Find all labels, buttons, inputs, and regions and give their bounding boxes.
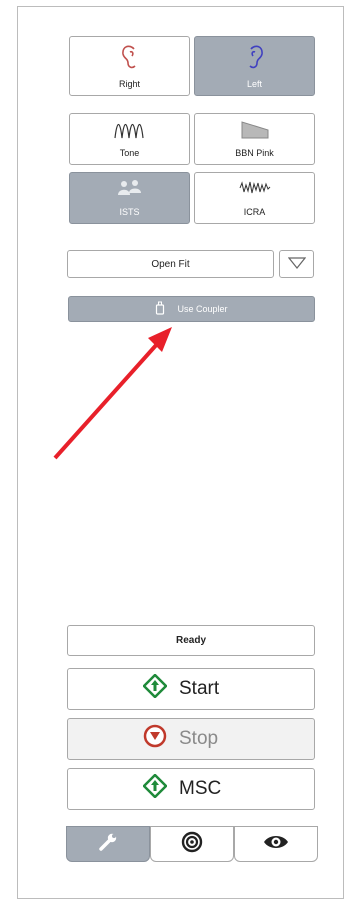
stop-button[interactable]: Stop: [67, 718, 315, 760]
tab-target[interactable]: [150, 826, 234, 862]
start-label: Start: [179, 678, 220, 699]
msc-diamond-icon: [142, 773, 168, 804]
target-icon: [181, 831, 203, 858]
tab-tools[interactable]: [66, 826, 150, 862]
msc-label: MSC: [179, 778, 222, 799]
stop-label: Stop: [179, 728, 219, 749]
stop-icon: [143, 724, 167, 754]
start-button[interactable]: Start: [67, 668, 315, 710]
eye-icon: [263, 833, 289, 856]
status-field: Ready: [67, 625, 315, 656]
wrench-icon: [97, 831, 119, 858]
start-diamond-icon: [142, 673, 168, 704]
status-text: Ready: [175, 635, 206, 646]
msc-button[interactable]: MSC: [67, 768, 315, 810]
tab-view[interactable]: [234, 826, 318, 862]
